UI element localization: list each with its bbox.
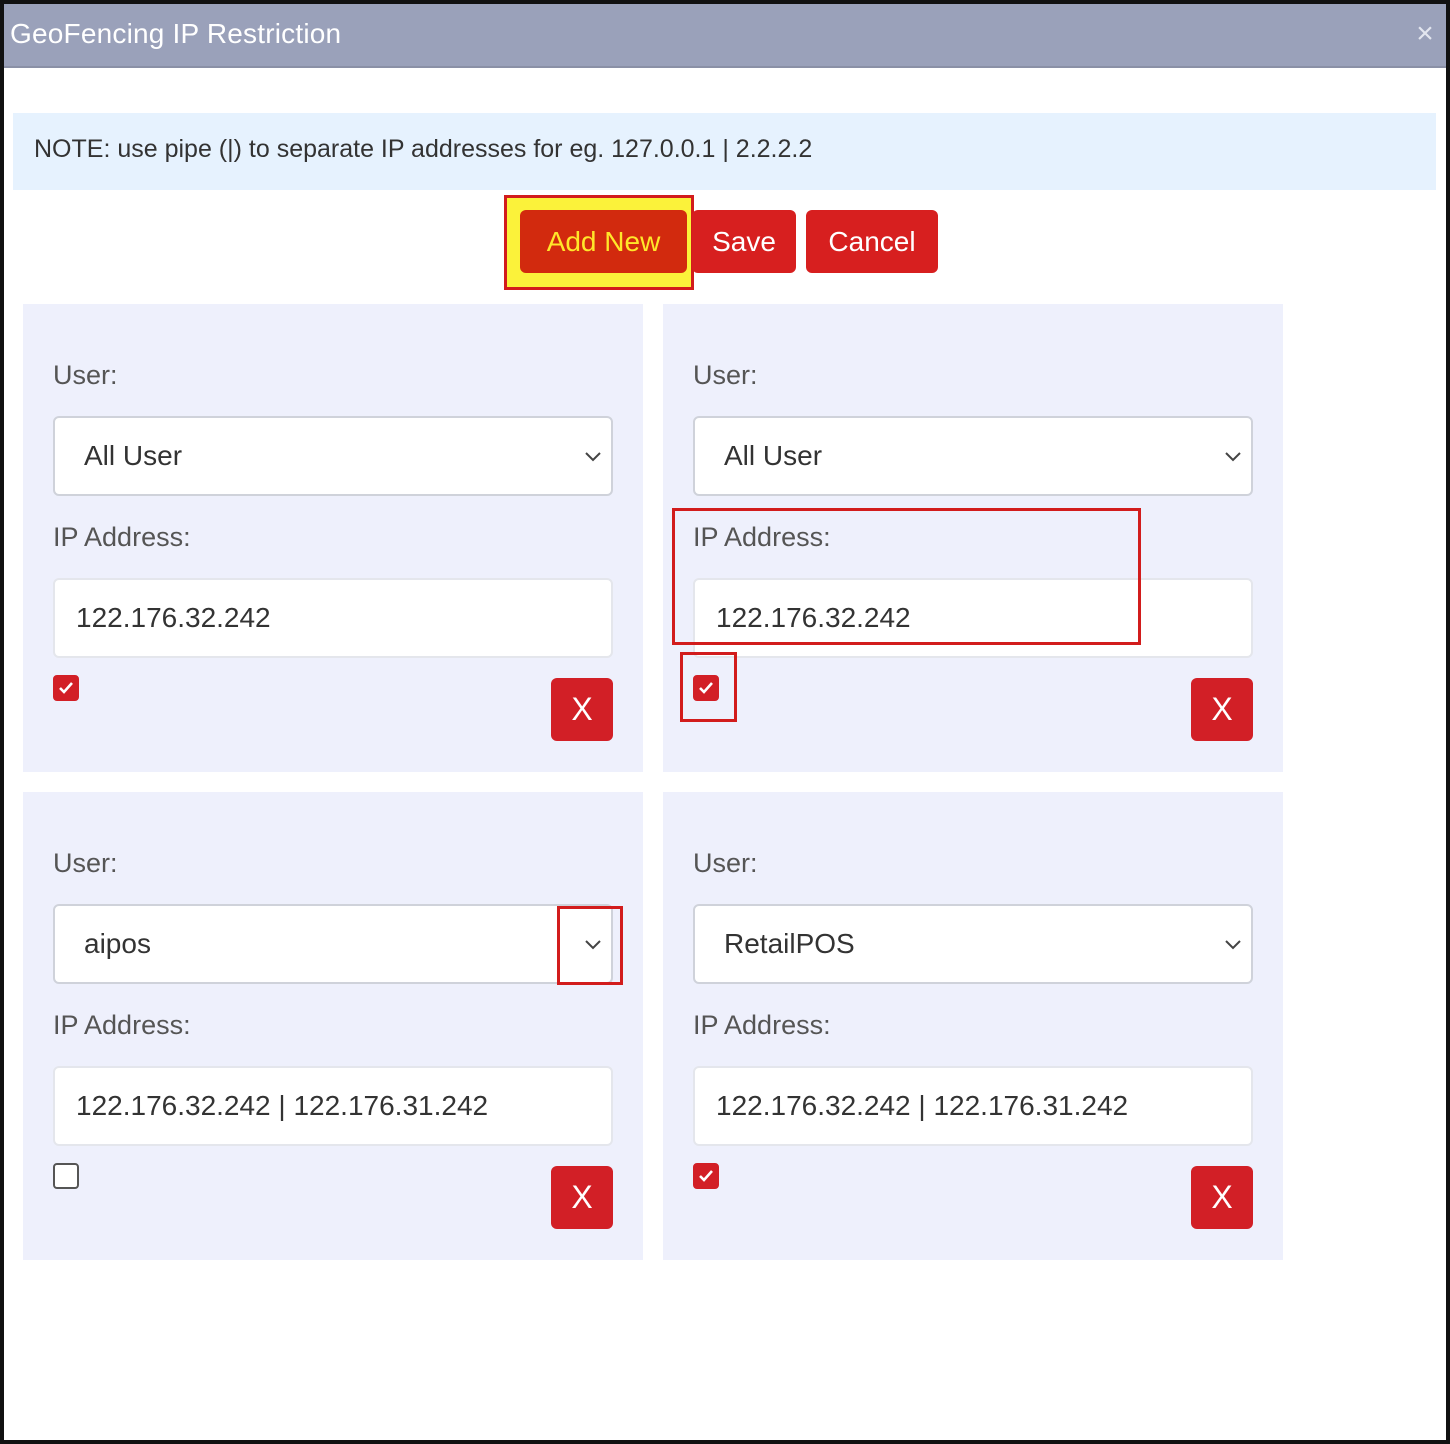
ip-address-label: IP Address: bbox=[53, 522, 191, 552]
user-select[interactable]: All User bbox=[693, 416, 1253, 496]
enabled-checkbox[interactable] bbox=[693, 1163, 719, 1189]
delete-entry-button[interactable]: X bbox=[1191, 678, 1253, 741]
user-select-value: aipos bbox=[84, 928, 151, 959]
cancel-button[interactable]: Cancel bbox=[806, 210, 938, 273]
enabled-checkbox[interactable] bbox=[53, 1163, 79, 1189]
enabled-checkbox[interactable] bbox=[53, 675, 79, 701]
ip-address-input[interactable]: 122.176.32.242 bbox=[693, 578, 1253, 658]
delete-entry-button[interactable]: X bbox=[551, 678, 613, 741]
user-select-value: All User bbox=[724, 440, 823, 471]
checkmark-icon bbox=[699, 682, 713, 694]
chevron-down-icon bbox=[585, 940, 601, 950]
ip-entry-card: User: aipos IP Address: 122.176.32.242 |… bbox=[23, 792, 643, 1260]
ip-address-label: IP Address: bbox=[53, 1010, 191, 1040]
delete-entry-button[interactable]: X bbox=[551, 1166, 613, 1229]
user-label: User: bbox=[693, 848, 758, 878]
user-select[interactable]: RetailPOS bbox=[693, 904, 1253, 984]
user-select-value: RetailPOS bbox=[724, 928, 855, 959]
checkmark-icon bbox=[699, 1170, 713, 1182]
ip-address-label: IP Address: bbox=[693, 1010, 831, 1040]
user-select-value: All User bbox=[84, 440, 183, 471]
dialog-title: GeoFencing IP Restriction bbox=[10, 18, 342, 49]
ip-address-input[interactable]: 122.176.32.242 bbox=[53, 578, 613, 658]
user-select[interactable]: aipos bbox=[53, 904, 613, 984]
ip-address-input[interactable]: 122.176.32.242 | 122.176.31.242 bbox=[693, 1066, 1253, 1146]
user-select[interactable]: All User bbox=[53, 416, 613, 496]
checkmark-icon bbox=[59, 682, 73, 694]
user-label: User: bbox=[53, 848, 118, 878]
note-banner: NOTE: use pipe (|) to separate IP addres… bbox=[13, 113, 1436, 190]
ip-address-input[interactable]: 122.176.32.242 | 122.176.31.242 bbox=[53, 1066, 613, 1146]
dialog-titlebar: GeoFencing IP Restriction × bbox=[4, 4, 1446, 68]
user-label: User: bbox=[693, 360, 758, 390]
user-label: User: bbox=[53, 360, 118, 390]
add-new-button[interactable]: Add New bbox=[520, 210, 687, 273]
geofencing-dialog: GeoFencing IP Restriction × NOTE: use pi… bbox=[0, 0, 1450, 1444]
ip-entry-card: User: RetailPOS IP Address: 122.176.32.2… bbox=[663, 792, 1283, 1260]
ip-address-label: IP Address: bbox=[693, 522, 831, 552]
chevron-down-icon bbox=[585, 452, 601, 462]
ip-entry-card: User: All User IP Address: 122.176.32.24… bbox=[23, 304, 643, 772]
enabled-checkbox[interactable] bbox=[693, 675, 719, 701]
close-icon[interactable]: × bbox=[1410, 16, 1440, 52]
delete-entry-button[interactable]: X bbox=[1191, 1166, 1253, 1229]
save-button[interactable]: Save bbox=[692, 210, 796, 273]
ip-entry-card: User: All User IP Address: 122.176.32.24… bbox=[663, 304, 1283, 772]
chevron-down-icon bbox=[1225, 452, 1241, 462]
chevron-down-icon bbox=[1225, 940, 1241, 950]
